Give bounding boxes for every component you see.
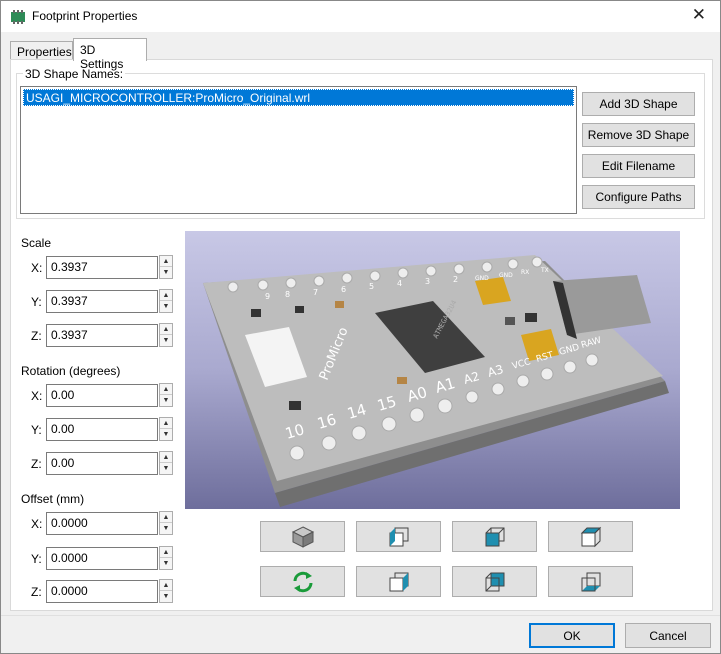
offset-y-label: Y: (31, 552, 42, 566)
view-right-button[interactable] (356, 566, 441, 597)
offset-z-spinner[interactable]: ▲ ▼ (159, 579, 173, 603)
view-back-button[interactable] (452, 566, 537, 597)
pin-label: GND (499, 272, 513, 279)
view-back-icon (485, 572, 505, 592)
spin-down-icon[interactable]: ▼ (160, 301, 172, 312)
tab-label: 3D Settings (80, 43, 124, 71)
spin-up-icon[interactable]: ▲ (160, 547, 172, 558)
pcb-3d-model: ATMEGA32U4 10 16 14 15 A0 A1 A2 A3 VCC R… (203, 255, 669, 507)
view-right-icon (389, 572, 409, 592)
reload-view-button[interactable] (260, 566, 345, 597)
pin-label: TX (540, 267, 549, 274)
rotation-x-spinner[interactable]: ▲ ▼ (159, 383, 173, 407)
ok-button[interactable]: OK (529, 623, 615, 648)
shape-names-list[interactable]: USAGI_MICROCONTROLLER:ProMicro_Original.… (20, 86, 577, 214)
configure-paths-button[interactable]: Configure Paths (582, 185, 695, 209)
rotation-z-label: Z: (31, 457, 42, 471)
remove-3d-shape-button[interactable]: Remove 3D Shape (582, 123, 695, 147)
pin-label: RX (521, 269, 529, 276)
rotation-y-label: Y: (31, 423, 42, 437)
spin-down-icon[interactable]: ▼ (160, 523, 172, 534)
scale-z-label: Z: (31, 329, 42, 343)
scale-x-label: X: (31, 261, 43, 275)
spin-down-icon[interactable]: ▼ (160, 558, 172, 569)
footprint-properties-dialog: Footprint Properties ✕ Properties 3D Set… (0, 0, 721, 654)
rotation-y-spinner[interactable]: ▲ ▼ (159, 417, 173, 441)
offset-y-input[interactable]: 0.0000 (46, 547, 158, 570)
spin-down-icon[interactable]: ▼ (160, 591, 172, 602)
pin-label: 7 (313, 288, 318, 297)
scale-y-spinner[interactable]: ▲ ▼ (159, 289, 173, 313)
pin-label: 4 (397, 279, 402, 288)
spin-down-icon[interactable]: ▼ (160, 267, 172, 278)
offset-z-label: Z: (31, 585, 42, 599)
rotation-z-input[interactable]: 0.00 (46, 452, 158, 475)
window-title: Footprint Properties (32, 9, 138, 23)
edit-filename-button[interactable]: Edit Filename (582, 154, 695, 178)
offset-x-spinner[interactable]: ▲ ▼ (159, 511, 173, 535)
offset-x-input[interactable]: 0.0000 (46, 512, 158, 535)
close-icon[interactable]: ✕ (692, 5, 706, 25)
view-bottom-icon (581, 572, 601, 592)
rotation-x-label: X: (31, 389, 43, 403)
view-front-icon (485, 527, 505, 547)
spin-down-icon[interactable]: ▼ (160, 429, 172, 440)
offset-y-spinner[interactable]: ▲ ▼ (159, 546, 173, 570)
offset-x-label: X: (31, 517, 43, 531)
scale-x-input[interactable]: 0.3937 (46, 256, 158, 279)
tab-properties[interactable]: Properties (10, 41, 73, 61)
spin-down-icon[interactable]: ▼ (160, 463, 172, 474)
view-top-button[interactable] (548, 521, 633, 552)
spin-up-icon[interactable]: ▲ (160, 580, 172, 591)
pcb-footprint-icon (11, 10, 25, 24)
view-bottom-button[interactable] (548, 566, 633, 597)
footer-separator (1, 615, 720, 616)
scale-z-spinner[interactable]: ▲ ▼ (159, 323, 173, 347)
rotation-y-input[interactable]: 0.00 (46, 418, 158, 441)
spin-up-icon[interactable]: ▲ (160, 384, 172, 395)
offset-z-input[interactable]: 0.0000 (46, 580, 158, 603)
scale-y-label: Y: (31, 295, 42, 309)
spin-down-icon[interactable]: ▼ (160, 335, 172, 346)
view-left-icon (389, 527, 409, 547)
view-front-button[interactable] (452, 521, 537, 552)
spin-up-icon[interactable]: ▲ (160, 256, 172, 267)
reload-view-icon (293, 571, 313, 593)
cancel-button[interactable]: Cancel (625, 623, 711, 648)
list-item[interactable]: USAGI_MICROCONTROLLER:ProMicro_Original.… (23, 89, 574, 106)
spin-up-icon[interactable]: ▲ (160, 290, 172, 301)
scale-z-input[interactable]: 0.3937 (46, 324, 158, 347)
rotation-x-input[interactable]: 0.00 (46, 384, 158, 407)
view-left-button[interactable] (356, 521, 441, 552)
tab-3d-settings[interactable]: 3D Settings (73, 38, 147, 71)
spin-down-icon[interactable]: ▼ (160, 395, 172, 406)
spin-up-icon[interactable]: ▲ (160, 512, 172, 523)
3d-preview-canvas[interactable]: ATMEGA32U4 10 16 14 15 A0 A1 A2 A3 VCC R… (185, 231, 680, 509)
pin-label: 9 (265, 292, 270, 301)
spin-up-icon[interactable]: ▲ (160, 452, 172, 463)
add-3d-shape-button[interactable]: Add 3D Shape (582, 92, 695, 116)
iso-view-icon (291, 526, 315, 548)
view-iso-button[interactable] (260, 521, 345, 552)
offset-label: Offset (mm) (21, 492, 85, 506)
pin-label: 5 (369, 282, 374, 291)
title-bar: Footprint Properties ✕ (1, 1, 720, 32)
scale-label: Scale (21, 236, 52, 250)
pin-label: 8 (285, 290, 290, 299)
rotation-label: Rotation (degrees) (21, 364, 121, 378)
view-top-icon (580, 526, 602, 548)
rotation-z-spinner[interactable]: ▲ ▼ (159, 451, 173, 475)
tab-label: Properties (17, 45, 72, 59)
spin-up-icon[interactable]: ▲ (160, 324, 172, 335)
pin-label: 6 (341, 285, 346, 294)
pin-label: GND (475, 275, 489, 282)
pin-label: 3 (425, 277, 430, 286)
scale-y-input[interactable]: 0.3937 (46, 290, 158, 313)
spin-up-icon[interactable]: ▲ (160, 418, 172, 429)
scale-x-spinner[interactable]: ▲ ▼ (159, 255, 173, 279)
pin-label: 2 (453, 275, 458, 284)
